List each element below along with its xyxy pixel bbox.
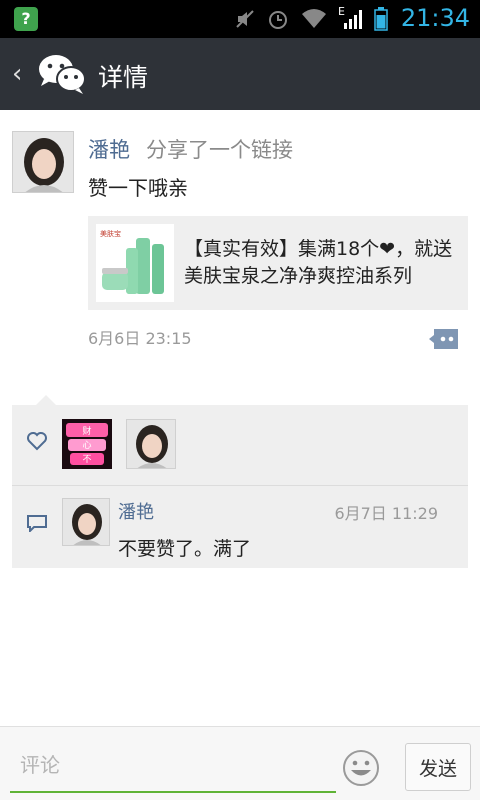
poster-name[interactable]: 潘艳 xyxy=(88,134,130,164)
send-button[interactable]: 发送 xyxy=(405,743,471,791)
heart-icon xyxy=(27,432,47,451)
link-thumbnail: 美肤宝 xyxy=(96,224,174,302)
commenter-avatar[interactable] xyxy=(62,498,110,546)
comment-input-bar: 发送 xyxy=(0,726,480,800)
liker-avatar-text: 财 xyxy=(82,425,91,437)
poster-avatar[interactable] xyxy=(12,131,74,193)
comment-item: 潘艳 6月7日 11:29 不要赞了。满了 xyxy=(12,486,468,568)
status-icons: E xyxy=(234,5,388,31)
wechat-logo-icon xyxy=(39,55,86,94)
interaction-panel: 财 心 不 潘艳 6月7日 11:29 不要赞了。满了 xyxy=(12,395,468,568)
commenter-name[interactable]: 潘艳 xyxy=(118,498,154,524)
status-bar: ? E 21:34 xyxy=(0,0,480,38)
signal-icon: E xyxy=(338,5,364,31)
likes-row: 财 心 不 xyxy=(12,405,468,485)
post-text: 赞一下哦亲 xyxy=(88,176,188,200)
liker-avatar[interactable] xyxy=(126,419,176,469)
alarm-icon xyxy=(269,11,287,29)
status-time: 21:34 xyxy=(400,4,470,32)
mute-icon xyxy=(236,10,254,28)
app-notification-icon: ? xyxy=(14,7,38,31)
battery-icon xyxy=(374,7,388,31)
wifi-icon xyxy=(302,9,326,28)
link-thumb-brand: 美肤宝 xyxy=(100,229,121,238)
poster-action: 分享了一个链接 xyxy=(146,138,293,162)
comment-timestamp: 6月7日 11:29 xyxy=(334,504,438,523)
comment-menu-icon[interactable] xyxy=(428,327,460,351)
liker-avatar-text: 心 xyxy=(82,440,91,451)
comment-text[interactable]: 不要赞了。满了 xyxy=(118,534,251,561)
emoji-icon[interactable] xyxy=(342,749,380,787)
comment-icon xyxy=(27,515,47,532)
post-timestamp: 6月6日 23:15 xyxy=(88,329,192,348)
page-title: 详情 xyxy=(98,63,149,92)
title-bar: ‹ 详情 xyxy=(0,38,480,110)
panel-notch xyxy=(36,395,56,405)
liker-avatar-text: 不 xyxy=(82,454,91,465)
shared-link-card[interactable]: 美肤宝 【真实有效】集满18个❤，就送美肤宝泉之净净爽控油系列 xyxy=(88,216,468,310)
back-button[interactable]: ‹ xyxy=(12,60,22,88)
link-title: 【真实有效】集满18个❤，就送美肤宝泉之净净爽控油系列 xyxy=(184,238,453,287)
comment-input[interactable] xyxy=(10,739,336,793)
liker-avatar[interactable]: 财 心 不 xyxy=(62,419,112,469)
